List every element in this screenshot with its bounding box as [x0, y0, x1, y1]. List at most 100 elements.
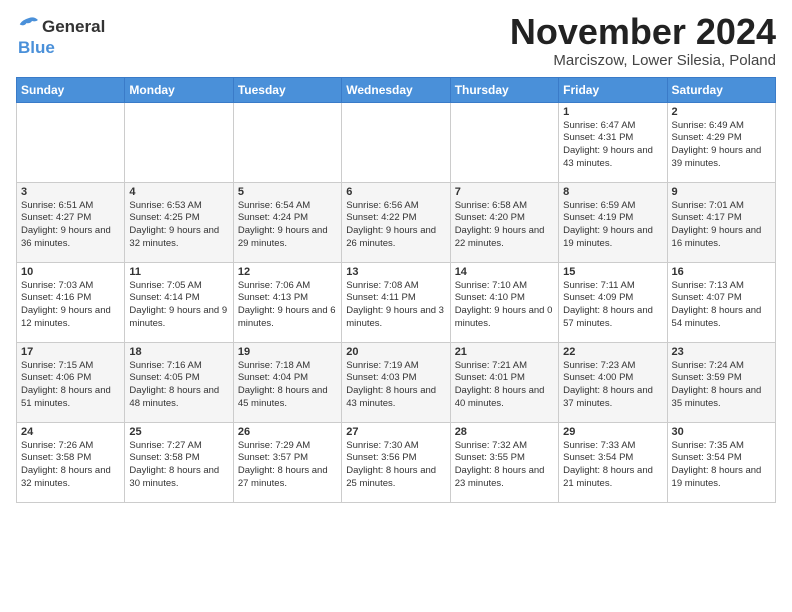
cell-content: Sunrise: 6:54 AM Sunset: 4:24 PM Dayligh… [238, 200, 337, 251]
calendar-week-row: 10 Sunrise: 7:03 AM Sunset: 4:16 PM Dayli… [17, 262, 776, 342]
cell-content: Sunrise: 7:15 AM Sunset: 4:06 PM Dayligh… [21, 360, 120, 411]
month-title: November 2024 [510, 12, 776, 52]
cell-content: Sunrise: 7:19 AM Sunset: 4:03 PM Dayligh… [346, 360, 445, 411]
day-number: 25 [129, 426, 228, 438]
calendar-cell: 22Sunrise: 7:23 AM Sunset: 4:00 PM Dayli… [559, 342, 667, 422]
calendar-cell: 10 Sunrise: 7:03 AM Sunset: 4:16 PM Dayli… [17, 262, 125, 342]
cell-content: Sunrise: 6:56 AM Sunset: 4:22 PM Dayligh… [346, 200, 445, 251]
cell-content: Sunrise: 7:01 AM Sunset: 4:17 PM Dayligh… [672, 200, 771, 251]
cell-content: Sunrise: 7:35 AM Sunset: 3:54 PM Dayligh… [672, 440, 771, 491]
calendar-cell: 2 Sunrise: 6:49 AM Sunset: 4:29 PM Daylig… [667, 102, 775, 182]
calendar-cell: 14 Sunrise: 7:10 AM Sunset: 4:10 PM Dayli… [450, 262, 558, 342]
day-number: 14 [455, 266, 554, 278]
page-container: General Blue November 2024 Marciszow, Lo… [0, 0, 792, 511]
day-number: 30 [672, 426, 771, 438]
col-tuesday: Tuesday [233, 77, 341, 102]
day-number: 16 [672, 266, 771, 278]
cell-content: Sunrise: 6:58 AM Sunset: 4:20 PM Dayligh… [455, 200, 554, 251]
cell-content: Sunrise: 7:18 AM Sunset: 4:04 PM Dayligh… [238, 360, 337, 411]
cell-content: Sunrise: 7:10 AM Sunset: 4:10 PM Dayligh… [455, 280, 554, 331]
calendar-cell: 15Sunrise: 7:11 AM Sunset: 4:09 PM Dayli… [559, 262, 667, 342]
calendar-cell: 9 Sunrise: 7:01 AM Sunset: 4:17 PM Daylig… [667, 182, 775, 262]
calendar-table: Sunday Monday Tuesday Wednesday Thursday… [16, 77, 776, 503]
calendar-cell: 17 Sunrise: 7:15 AM Sunset: 4:06 PM Dayli… [17, 342, 125, 422]
location: Marciszow, Lower Silesia, Poland [510, 52, 776, 69]
calendar-cell: 20 Sunrise: 7:19 AM Sunset: 4:03 PM Dayli… [342, 342, 450, 422]
col-monday: Monday [125, 77, 233, 102]
cell-content: Sunrise: 6:49 AM Sunset: 4:29 PM Dayligh… [672, 120, 771, 171]
calendar-cell: 25 Sunrise: 7:27 AM Sunset: 3:58 PM Dayli… [125, 422, 233, 502]
cell-content: Sunrise: 7:03 AM Sunset: 4:16 PM Dayligh… [21, 280, 120, 331]
calendar-cell: 3 Sunrise: 6:51 AM Sunset: 4:27 PM Daylig… [17, 182, 125, 262]
calendar-cell: 24 Sunrise: 7:26 AM Sunset: 3:58 PM Dayli… [17, 422, 125, 502]
cell-content: Sunrise: 7:16 AM Sunset: 4:05 PM Dayligh… [129, 360, 228, 411]
cell-content: Sunrise: 7:05 AM Sunset: 4:14 PM Dayligh… [129, 280, 228, 331]
day-number: 24 [21, 426, 120, 438]
day-number: 4 [129, 186, 228, 198]
calendar-cell [450, 102, 558, 182]
cell-content: Sunrise: 6:59 AM Sunset: 4:19 PM Dayligh… [563, 200, 662, 251]
cell-content: Sunrise: 7:21 AM Sunset: 4:01 PM Dayligh… [455, 360, 554, 411]
calendar-cell: 1 Sunrise: 6:47 AM Sunset: 4:31 PM Daylig… [559, 102, 667, 182]
calendar-cell: 29 Sunrise: 7:33 AM Sunset: 3:54 PM Dayli… [559, 422, 667, 502]
calendar-week-row: 3 Sunrise: 6:51 AM Sunset: 4:27 PM Daylig… [17, 182, 776, 262]
day-number: 17 [21, 346, 120, 358]
calendar-cell: 5 Sunrise: 6:54 AM Sunset: 4:24 PM Daylig… [233, 182, 341, 262]
day-number: 18 [129, 346, 228, 358]
calendar-cell: 28Sunrise: 7:32 AM Sunset: 3:55 PM Dayli… [450, 422, 558, 502]
calendar-header-row: Sunday Monday Tuesday Wednesday Thursday… [17, 77, 776, 102]
day-number: 20 [346, 346, 445, 358]
cell-content: Sunrise: 6:51 AM Sunset: 4:27 PM Dayligh… [21, 200, 120, 251]
calendar-cell: 27Sunrise: 7:30 AM Sunset: 3:56 PM Dayli… [342, 422, 450, 502]
cell-content: Sunrise: 7:26 AM Sunset: 3:58 PM Dayligh… [21, 440, 120, 491]
day-number: 13 [346, 266, 445, 278]
calendar-cell [125, 102, 233, 182]
day-number: 27 [346, 426, 445, 438]
calendar-cell: 11 Sunrise: 7:05 AM Sunset: 4:14 PM Dayli… [125, 262, 233, 342]
day-number: 7 [455, 186, 554, 198]
col-saturday: Saturday [667, 77, 775, 102]
logo-bird-icon [16, 16, 42, 38]
day-number: 1 [563, 106, 662, 118]
day-number: 19 [238, 346, 337, 358]
calendar-cell: 7 Sunrise: 6:58 AM Sunset: 4:20 PM Daylig… [450, 182, 558, 262]
day-number: 2 [672, 106, 771, 118]
day-number: 3 [21, 186, 120, 198]
calendar-week-row: 17 Sunrise: 7:15 AM Sunset: 4:06 PM Dayli… [17, 342, 776, 422]
calendar-cell: 30 Sunrise: 7:35 AM Sunset: 3:54 PM Dayli… [667, 422, 775, 502]
col-sunday: Sunday [17, 77, 125, 102]
cell-content: Sunrise: 7:06 AM Sunset: 4:13 PM Dayligh… [238, 280, 337, 331]
day-number: 10 [21, 266, 120, 278]
title-block: November 2024 Marciszow, Lower Silesia, … [510, 12, 776, 69]
header: General Blue November 2024 Marciszow, Lo… [16, 12, 776, 69]
col-thursday: Thursday [450, 77, 558, 102]
cell-content: Sunrise: 7:33 AM Sunset: 3:54 PM Dayligh… [563, 440, 662, 491]
col-wednesday: Wednesday [342, 77, 450, 102]
calendar-cell [342, 102, 450, 182]
day-number: 8 [563, 186, 662, 198]
cell-content: Sunrise: 7:32 AM Sunset: 3:55 PM Dayligh… [455, 440, 554, 491]
calendar-cell [17, 102, 125, 182]
day-number: 11 [129, 266, 228, 278]
day-number: 21 [455, 346, 554, 358]
calendar-cell: 12Sunrise: 7:06 AM Sunset: 4:13 PM Dayli… [233, 262, 341, 342]
col-friday: Friday [559, 77, 667, 102]
cell-content: Sunrise: 7:29 AM Sunset: 3:57 PM Dayligh… [238, 440, 337, 491]
cell-content: Sunrise: 7:23 AM Sunset: 4:00 PM Dayligh… [563, 360, 662, 411]
day-number: 9 [672, 186, 771, 198]
calendar-cell [233, 102, 341, 182]
calendar-cell: 18 Sunrise: 7:16 AM Sunset: 4:05 PM Dayli… [125, 342, 233, 422]
cell-content: Sunrise: 7:24 AM Sunset: 3:59 PM Dayligh… [672, 360, 771, 411]
calendar-cell: 19 Sunrise: 7:18 AM Sunset: 4:04 PM Dayli… [233, 342, 341, 422]
cell-content: Sunrise: 6:47 AM Sunset: 4:31 PM Dayligh… [563, 120, 662, 171]
day-number: 5 [238, 186, 337, 198]
calendar-cell: 23Sunrise: 7:24 AM Sunset: 3:59 PM Dayli… [667, 342, 775, 422]
day-number: 6 [346, 186, 445, 198]
cell-content: Sunrise: 7:08 AM Sunset: 4:11 PM Dayligh… [346, 280, 445, 331]
calendar-cell: 6 Sunrise: 6:56 AM Sunset: 4:22 PM Daylig… [342, 182, 450, 262]
logo-blue: Blue [18, 38, 55, 58]
cell-content: Sunrise: 7:27 AM Sunset: 3:58 PM Dayligh… [129, 440, 228, 491]
cell-content: Sunrise: 7:11 AM Sunset: 4:09 PM Dayligh… [563, 280, 662, 331]
day-number: 29 [563, 426, 662, 438]
cell-content: Sunrise: 7:13 AM Sunset: 4:07 PM Dayligh… [672, 280, 771, 331]
